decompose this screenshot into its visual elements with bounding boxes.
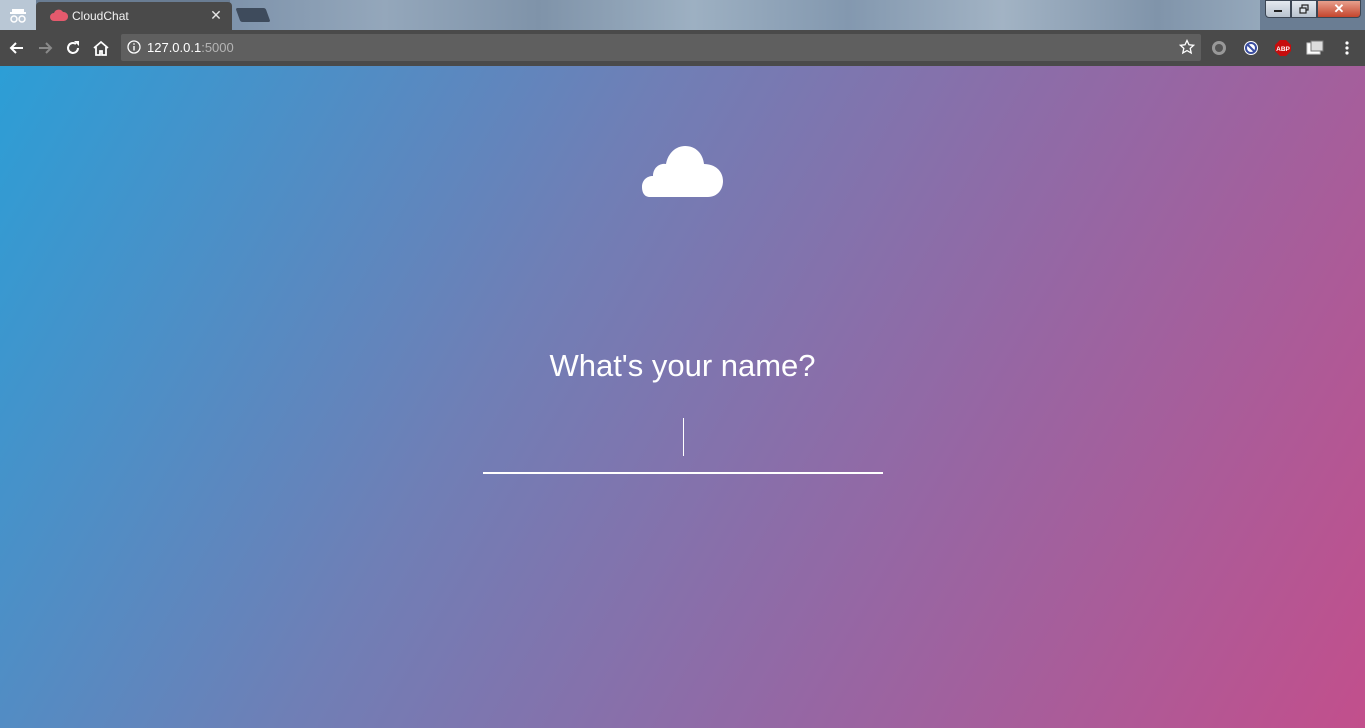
url-text: 127.0.0.1:5000	[147, 40, 234, 55]
cloud-icon	[642, 146, 723, 197]
browser-tab-strip: CloudChat ✕ ✕	[0, 0, 1365, 30]
cloud-favicon-icon	[50, 9, 68, 21]
back-icon[interactable]	[7, 38, 27, 58]
adblock-icon[interactable]: ABP	[1273, 38, 1293, 58]
extension-circle-icon[interactable]	[1209, 38, 1229, 58]
home-icon[interactable]	[91, 38, 111, 58]
new-tab-button[interactable]	[235, 8, 271, 22]
window-close-button[interactable]: ✕	[1317, 0, 1361, 18]
name-prompt: What's your name?	[549, 348, 816, 383]
window-controls: ✕	[1265, 0, 1361, 18]
incognito-icon[interactable]	[0, 0, 36, 30]
svg-text:ABP: ABP	[1276, 46, 1290, 53]
star-icon[interactable]	[1179, 39, 1195, 55]
minimize-button[interactable]	[1265, 0, 1291, 18]
page-content: What's your name?	[0, 66, 1365, 728]
tab-title: CloudChat	[72, 9, 129, 23]
forward-icon[interactable]	[35, 38, 55, 58]
browser-toolbar: 127.0.0.1:5000 ABP	[0, 30, 1365, 66]
restore-button[interactable]	[1291, 0, 1317, 18]
block-icon[interactable]	[1241, 38, 1261, 58]
close-icon[interactable]: ✕	[208, 7, 224, 23]
reload-icon[interactable]	[63, 38, 83, 58]
background-tabs	[230, 0, 1260, 30]
menu-icon[interactable]	[1337, 38, 1357, 58]
text-caret	[683, 418, 684, 456]
tab-cloudchat[interactable]: CloudChat ✕	[36, 2, 232, 30]
address-bar[interactable]: 127.0.0.1:5000	[121, 34, 1201, 61]
extension-card-icon[interactable]	[1305, 38, 1325, 58]
info-icon[interactable]	[127, 40, 141, 54]
